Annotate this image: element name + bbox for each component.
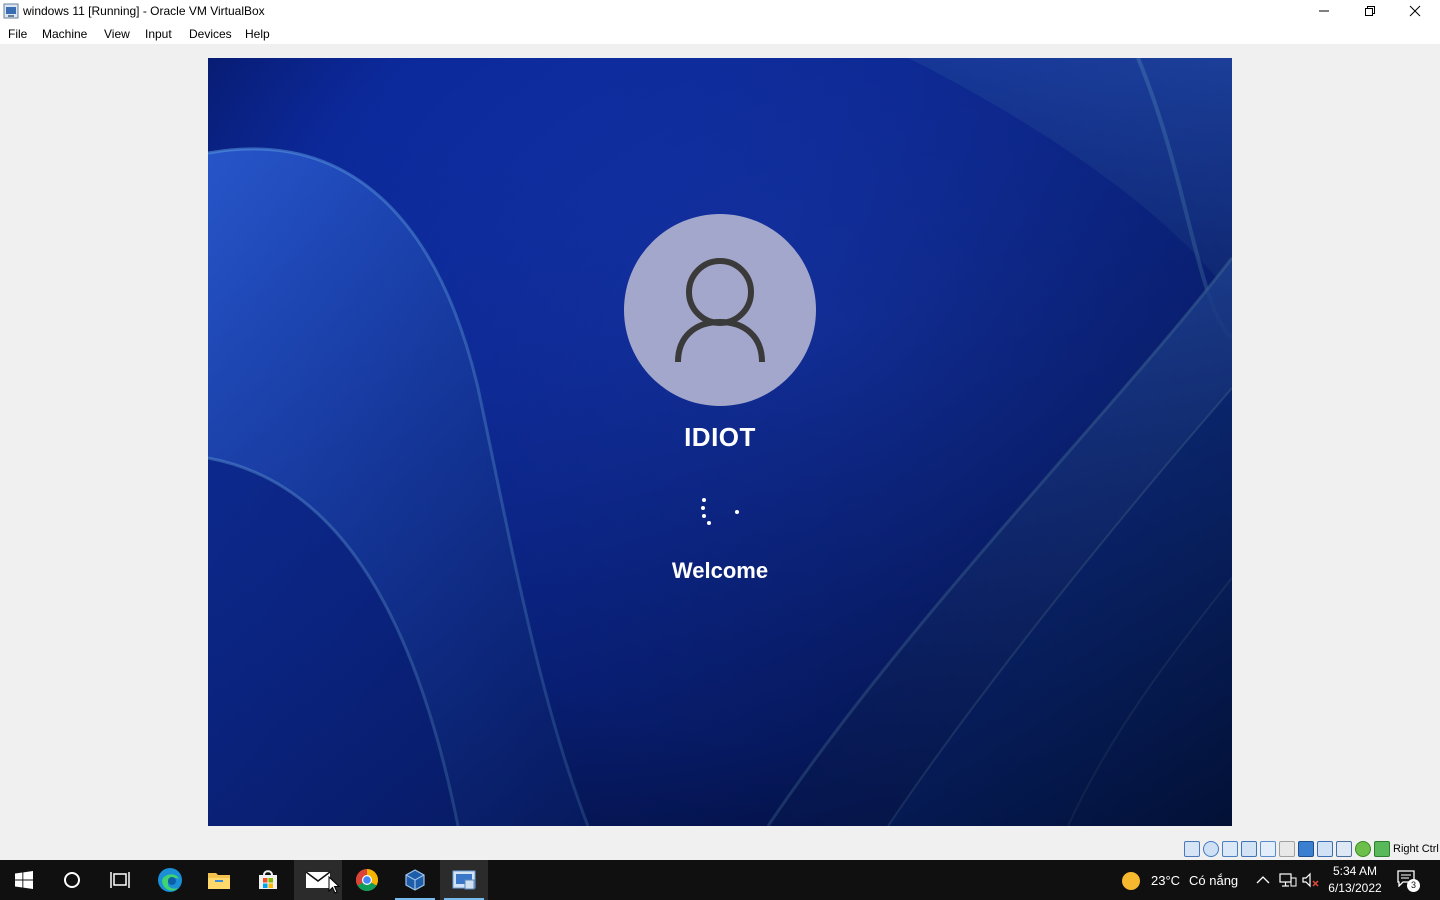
file-explorer-icon — [208, 873, 230, 889]
chrome-icon — [356, 869, 378, 891]
taskbar: 23°C Có nắng 5:34 AM 6/13/2022 3 — [0, 860, 1440, 900]
sun-icon — [1122, 872, 1140, 890]
user-avatar — [624, 214, 816, 406]
hard-disk-icon[interactable] — [1184, 841, 1200, 857]
title-bar[interactable]: windows 11 [Running] - Oracle VM Virtual… — [0, 0, 1440, 22]
optical-drive-icon[interactable] — [1203, 841, 1219, 857]
menu-input[interactable]: Input — [145, 27, 172, 41]
task-view-button[interactable] — [96, 860, 144, 900]
virtualbox-app-icon — [3, 3, 19, 19]
file-explorer-button[interactable] — [195, 860, 243, 900]
store-button[interactable] — [244, 860, 292, 900]
volume-muted-icon[interactable] — [1302, 872, 1320, 888]
edge-icon — [158, 868, 182, 892]
search-icon — [64, 872, 80, 888]
store-icon — [259, 870, 277, 889]
mouse-cursor-icon — [328, 876, 340, 894]
video-capture-icon[interactable] — [1317, 841, 1333, 857]
minimize-icon — [1319, 10, 1329, 12]
weather-desc[interactable]: Có nắng — [1189, 873, 1238, 888]
audio-icon[interactable] — [1222, 841, 1238, 857]
edge-button[interactable] — [146, 860, 194, 900]
menu-devices[interactable]: Devices — [189, 27, 232, 41]
restore-icon — [1365, 6, 1375, 16]
start-button[interactable] — [0, 860, 48, 900]
close-button[interactable] — [1392, 0, 1438, 22]
user-icon — [675, 258, 765, 363]
keyboard-icon[interactable] — [1374, 841, 1390, 857]
menu-help[interactable]: Help — [245, 27, 270, 41]
virtualbox-icon — [405, 869, 425, 891]
display-icon[interactable] — [1298, 841, 1314, 857]
vm-status-bar: Right Ctrl — [0, 838, 1440, 860]
chrome-button[interactable] — [343, 860, 391, 900]
close-icon — [1409, 5, 1421, 17]
host-key-label: Right Ctrl — [1393, 843, 1439, 855]
usb-icon[interactable] — [1260, 841, 1276, 857]
mail-button[interactable] — [294, 860, 342, 900]
clock-time: 5:34 AM — [1332, 864, 1378, 878]
menu-view[interactable]: View — [104, 27, 130, 41]
search-button[interactable] — [48, 860, 96, 900]
shared-folders-icon[interactable] — [1279, 841, 1295, 857]
clock-date: 6/13/2022 — [1328, 881, 1382, 895]
menu-machine[interactable]: Machine — [42, 27, 87, 41]
loading-spinner — [692, 494, 742, 534]
notification-button[interactable]: 3 — [1396, 869, 1420, 892]
network-icon[interactable] — [1241, 841, 1257, 857]
network-tray-icon[interactable] — [1279, 872, 1297, 888]
clock[interactable]: 5:34 AM 6/13/2022 — [1322, 863, 1388, 897]
restore-button[interactable] — [1347, 0, 1393, 22]
vm-window-button[interactable] — [440, 860, 488, 900]
menu-bar: File Machine View Input Devices Help — [0, 22, 1440, 44]
start-icon — [15, 871, 33, 889]
chevron-up-icon[interactable] — [1256, 875, 1270, 885]
vm-display[interactable]: IDIOT Welcome — [208, 58, 1232, 826]
vm-window-icon — [452, 870, 476, 890]
welcome-message: Welcome — [671, 558, 769, 583]
virtualization-icon[interactable] — [1336, 841, 1352, 857]
minimize-button[interactable] — [1301, 0, 1347, 22]
window-title: windows 11 [Running] - Oracle VM Virtual… — [23, 4, 265, 18]
virtualbox-button[interactable] — [391, 860, 439, 900]
menu-file[interactable]: File — [8, 27, 27, 41]
weather-temp[interactable]: 23°C — [1151, 873, 1180, 888]
notification-badge: 3 — [1407, 879, 1420, 892]
username-label: IDIOT — [684, 422, 756, 452]
mouse-integration-icon[interactable] — [1355, 841, 1371, 857]
task-view-icon — [110, 872, 130, 888]
